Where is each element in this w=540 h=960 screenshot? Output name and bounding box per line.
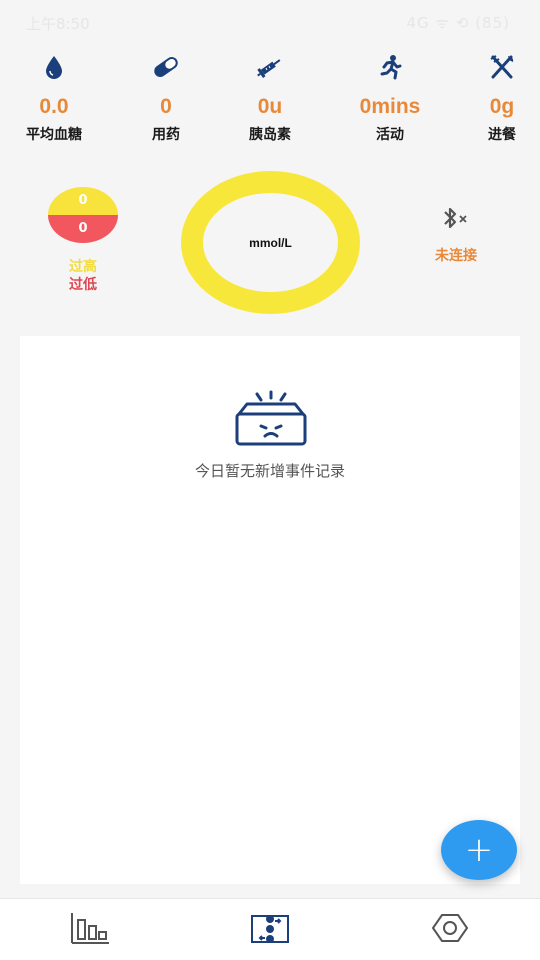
empty-state-text: 今日暂无新增事件记录 xyxy=(194,462,345,480)
stat-avg-glucose[interactable]: 0.0 平均血糖 xyxy=(4,48,104,144)
syringe-icon xyxy=(220,48,320,86)
status-time: 上午8:50 xyxy=(26,15,90,33)
settings-icon xyxy=(430,912,470,948)
utensils-icon xyxy=(452,48,540,86)
stat-value: 0g xyxy=(489,95,515,118)
glucose-ring[interactable]: mmol/L xyxy=(181,171,360,314)
stat-value: 0 xyxy=(160,95,172,118)
glucose-unit: mmol/L xyxy=(249,235,292,250)
stat-meal[interactable]: 0g 进餐 xyxy=(452,48,540,144)
stat-medication[interactable]: 0 用药 xyxy=(116,48,216,144)
add-event-button[interactable]: + xyxy=(441,820,517,880)
status-bar: 上午8:50 4G ᯤ ⟲ (85) xyxy=(0,0,540,44)
stat-value: 0.0 xyxy=(39,95,69,118)
bottom-nav xyxy=(0,898,540,960)
low-label: 过低 xyxy=(69,277,97,293)
stats-row: 0.0 平均血糖 0 用药 0u 胰岛素 0mins 活动 0g 进餐 xyxy=(0,48,540,148)
high-count: 0 xyxy=(48,187,118,215)
status-indicators: 4G ᯤ ⟲ (85) xyxy=(406,14,510,32)
stat-insulin[interactable]: 0u 胰岛素 xyxy=(220,48,320,144)
high-label: 过高 xyxy=(69,259,97,275)
bluetooth-disconnected-icon xyxy=(420,205,492,235)
records-icon xyxy=(250,912,290,948)
device-connection[interactable]: 未连接 xyxy=(420,205,492,265)
stat-label: 用药 xyxy=(152,127,180,143)
stat-label: 活动 xyxy=(376,127,404,143)
low-count: 0 xyxy=(48,215,118,243)
events-card: 今日暂无新增事件记录 xyxy=(20,336,520,884)
high-low-badge: 0 0 xyxy=(48,187,118,243)
drop-icon xyxy=(4,48,104,86)
running-icon xyxy=(340,48,440,86)
device-status: 未连接 xyxy=(435,248,477,264)
pill-icon xyxy=(116,48,216,86)
tab-records[interactable] xyxy=(220,899,320,960)
empty-box-icon xyxy=(235,390,307,452)
chart-icon xyxy=(70,912,110,948)
stat-label: 平均血糖 xyxy=(26,127,82,143)
stat-label: 胰岛素 xyxy=(249,127,291,143)
stat-activity[interactable]: 0mins 活动 xyxy=(340,48,440,144)
tab-chart[interactable] xyxy=(40,899,140,960)
stat-value: 0u xyxy=(257,95,283,118)
stat-value: 0mins xyxy=(359,95,421,118)
stat-label: 进餐 xyxy=(488,127,516,143)
tab-settings[interactable] xyxy=(400,899,500,960)
